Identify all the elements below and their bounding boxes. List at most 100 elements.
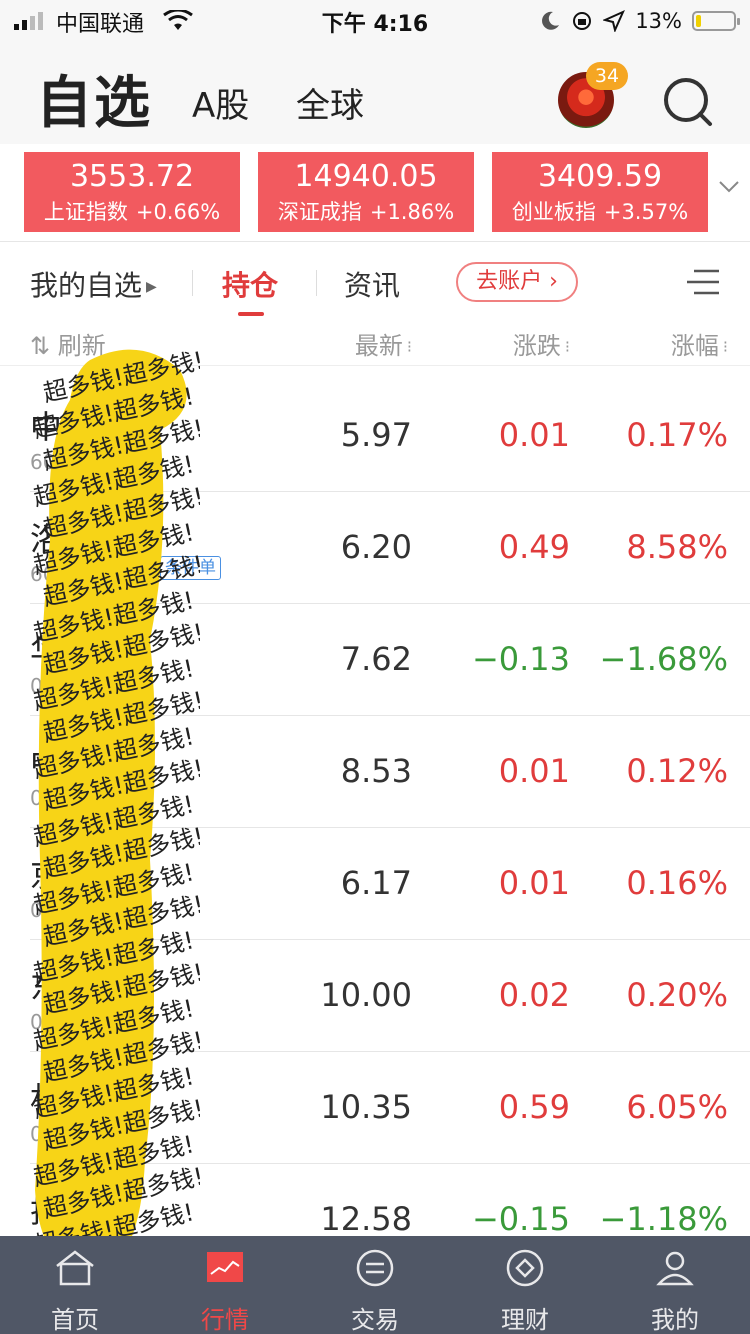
latest-price: 10.00 <box>320 976 412 1014</box>
index-value: 3409.59 <box>537 159 663 194</box>
stock-code: 0 <box>30 674 43 698</box>
price-change: −0.15 <box>471 1200 570 1238</box>
tab-home[interactable]: 首页 <box>0 1236 150 1334</box>
table-row[interactable]: 洛 60 条件单 6.20 0.49 8.58% <box>30 492 750 604</box>
latest-price: 8.53 <box>340 752 412 790</box>
stock-name: 中科 <box>30 744 95 782</box>
column-latest[interactable]: 最新 ⁝ <box>355 326 412 361</box>
price-change: 0.01 <box>498 864 570 902</box>
table-row[interactable]: 东 0 10.00 0.02 0.20% <box>30 940 750 1052</box>
stock-name: 技 <box>30 1192 63 1230</box>
stock-name: 京 <box>30 856 63 894</box>
tab-exchange[interactable]: 交易 <box>300 1236 450 1334</box>
latest-price: 12.58 <box>320 1200 412 1238</box>
tab-label: 首页 <box>51 1306 99 1334</box>
profile-icon <box>656 1251 694 1286</box>
holdings-list: 中 6017 5.97 0.01 0.17% 洛 60 条件单 6.20 0.4… <box>0 380 750 1276</box>
page-title: 自选 <box>36 71 152 136</box>
stock-code: 6017 <box>30 450 81 474</box>
tab-label: 我的 <box>651 1306 699 1334</box>
index-change: +0.66% <box>135 200 221 224</box>
stock-code: 0 <box>30 786 43 810</box>
location-icon <box>603 10 626 32</box>
column-header: ⇅ 刷新 最新 ⁝ 涨跌 ⁝ 涨幅 ⁝ <box>0 320 750 366</box>
latest-price: 6.20 <box>340 528 412 566</box>
notification-badge: 34 <box>586 62 628 90</box>
tab-label: 交易 <box>351 1306 399 1334</box>
header: 自选 A股 全球 34 <box>0 42 750 144</box>
index-value: 3553.72 <box>69 159 195 194</box>
stock-code: 0 <box>30 1010 43 1034</box>
tab-news[interactable]: 资讯 <box>344 264 400 304</box>
price-change: 0.59 <box>498 1088 570 1126</box>
price-change-pct: 0.17% <box>626 416 728 454</box>
tab-holdings[interactable]: 持仓 <box>222 264 278 316</box>
tab-a-shares[interactable]: A股 <box>192 78 249 127</box>
stock-name: 华 <box>30 632 63 670</box>
list-settings-icon[interactable] <box>686 268 720 296</box>
status-bar: 中国联通 下午 4:16 13% <box>0 0 750 42</box>
price-change: 0.01 <box>498 752 570 790</box>
search-icon[interactable] <box>662 76 714 128</box>
stock-name: 东 <box>30 968 63 1006</box>
price-change: −0.13 <box>471 640 570 678</box>
price-change-pct: −1.18% <box>599 1200 728 1238</box>
divider <box>192 270 193 296</box>
index-name: 创业板指 <box>511 200 596 224</box>
index-value: 14940.05 <box>294 159 438 194</box>
tab-label: 理财 <box>501 1306 549 1334</box>
index-card-shanghai[interactable]: 3553.72 上证指数 +0.66% <box>24 152 240 232</box>
index-card-chinext[interactable]: 3409.59 创业板指 +3.57% <box>492 152 708 232</box>
index-change: +3.57% <box>603 200 689 224</box>
table-row[interactable]: 京 0 6.17 0.01 0.16% <box>30 828 750 940</box>
stock-name: 杉 <box>30 1080 63 1118</box>
stock-code: 0 <box>30 898 43 922</box>
tab-label: 行情 <box>201 1306 249 1334</box>
price-change: 0.02 <box>498 976 570 1014</box>
conditional-order-tag: 条件单 <box>160 556 221 580</box>
index-bar: 3553.72 上证指数 +0.66% 14940.05 深证成指 +1.86% 3… <box>0 144 750 242</box>
chevron-down-icon[interactable] <box>718 180 740 194</box>
finance-diamond-icon <box>506 1249 544 1287</box>
price-change-pct: 0.12% <box>626 752 728 790</box>
tab-bar: 首页 行情 交易 理财 我的 <box>0 1236 750 1334</box>
divider <box>316 270 317 296</box>
table-row[interactable]: 杉 0 10.35 0.59 6.05% <box>30 1052 750 1164</box>
table-row[interactable]: 中科 0 8.53 0.01 0.12% <box>30 716 750 828</box>
stock-code: 60 <box>30 562 56 586</box>
index-name: 深证成指 <box>277 200 362 224</box>
price-change-pct: −1.68% <box>599 640 728 678</box>
exchange-icon <box>356 1249 394 1287</box>
battery-percent: 13% <box>635 9 682 33</box>
tab-finance-diamond[interactable]: 理财 <box>450 1236 600 1334</box>
tab-my-watchlist[interactable]: 我的自选 ▶ <box>30 264 157 304</box>
latest-price: 6.17 <box>340 864 412 902</box>
latest-price: 5.97 <box>340 416 412 454</box>
tab-profile[interactable]: 我的 <box>600 1236 750 1334</box>
price-change-pct: 0.20% <box>626 976 728 1014</box>
stock-code: 0 <box>30 1122 43 1146</box>
price-change: 0.49 <box>498 528 570 566</box>
price-change-pct: 6.05% <box>626 1088 728 1126</box>
tab-market-chart[interactable]: 行情 <box>150 1236 300 1334</box>
table-row[interactable]: 华 0 7.62 −0.13 −1.68% <box>30 604 750 716</box>
stock-name: 中 <box>30 408 63 446</box>
price-change: 0.01 <box>498 416 570 454</box>
index-name: 上证指数 <box>43 200 128 224</box>
moon-icon <box>542 11 560 30</box>
tab-global[interactable]: 全球 <box>296 78 364 127</box>
index-change: +1.86% <box>369 200 455 224</box>
home-icon <box>56 1250 94 1286</box>
latest-price: 10.35 <box>320 1088 412 1126</box>
go-account-button[interactable]: 去账户 › <box>456 262 578 302</box>
battery-icon <box>692 11 740 31</box>
refresh-button[interactable]: ⇅ 刷新 <box>30 326 106 361</box>
price-change-pct: 8.58% <box>626 528 728 566</box>
caret-right-icon: ▶ <box>146 279 157 295</box>
index-card-shenzhen[interactable]: 14940.05 深证成指 +1.86% <box>258 152 474 232</box>
table-row[interactable]: 中 6017 5.97 0.01 0.17% <box>30 380 750 492</box>
column-change-pct[interactable]: 涨幅 ⁝ <box>671 326 728 361</box>
stock-name: 洛 <box>30 520 63 558</box>
market-chart-icon <box>207 1252 243 1282</box>
column-change[interactable]: 涨跌 ⁝ <box>513 326 570 361</box>
